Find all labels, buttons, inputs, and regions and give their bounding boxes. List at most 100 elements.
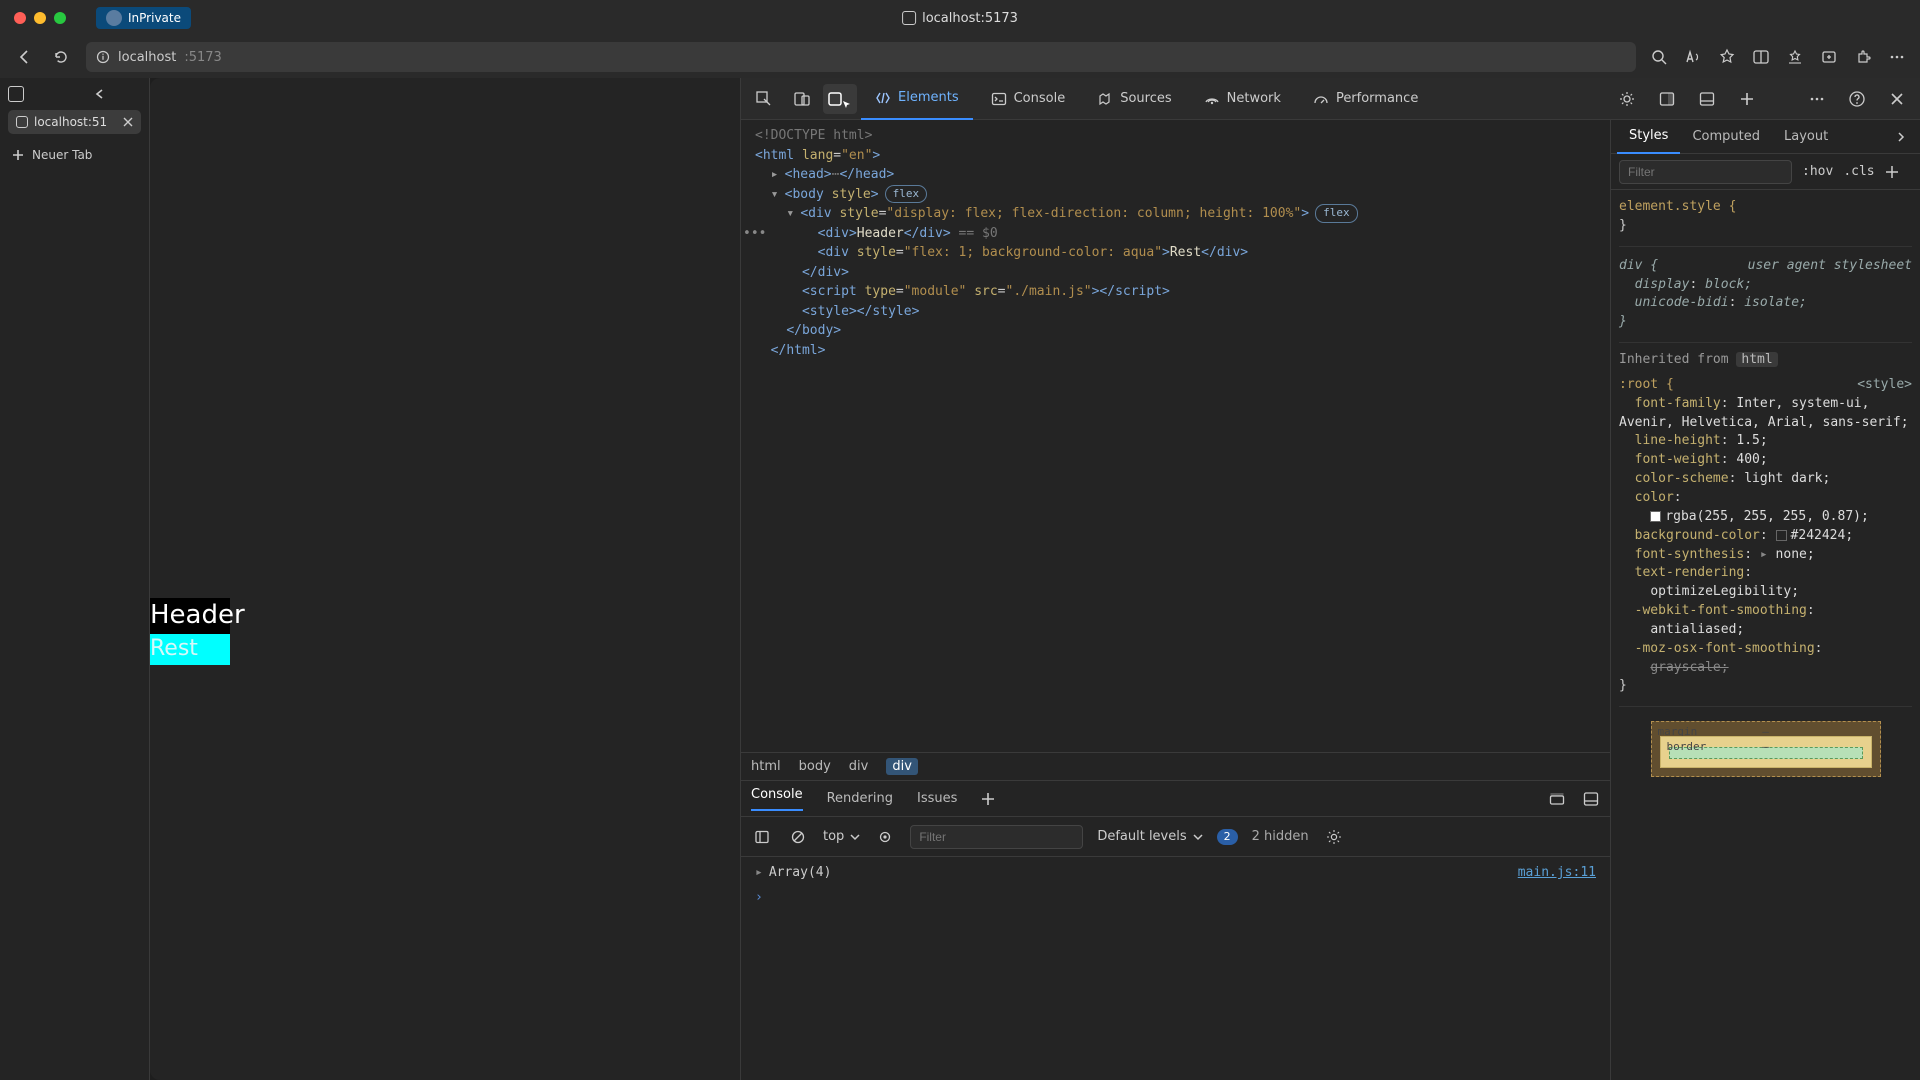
flex-badge[interactable]: flex	[885, 185, 928, 204]
new-tab-button[interactable]: Neuer Tab	[8, 142, 141, 168]
dom-line[interactable]: <script type="module" src="./main.js"></…	[755, 282, 1602, 302]
styles-filter-input[interactable]	[1619, 160, 1792, 184]
console-context-label: top	[823, 829, 844, 844]
drawer-tab-rendering[interactable]: Rendering	[827, 791, 893, 806]
tab-performance[interactable]: Performance	[1299, 78, 1432, 120]
console-body[interactable]: ▸ Array(4) main.js:11 ›	[741, 857, 1610, 1080]
dom-line[interactable]: </body>	[755, 321, 1602, 341]
box-model[interactable]: – –	[1651, 721, 1881, 777]
drawer-tab-issues[interactable]: Issues	[917, 791, 957, 806]
network-icon	[1204, 91, 1220, 107]
styles-tab-computed[interactable]: Computed	[1680, 120, 1772, 154]
tab-console[interactable]: Console	[977, 78, 1080, 120]
hov-button[interactable]: :hov	[1802, 164, 1833, 179]
tab-sources[interactable]: Sources	[1083, 78, 1185, 120]
drawer-expand-icon[interactable]	[1548, 790, 1566, 808]
more-icon[interactable]	[1888, 48, 1906, 66]
favorites-list-icon[interactable]	[1786, 48, 1804, 66]
console-levels-select[interactable]: Default levels	[1097, 829, 1202, 844]
style-rule-block[interactable]: div {user agent stylesheet display: bloc…	[1619, 255, 1912, 343]
inspect-element-icon[interactable]	[747, 84, 781, 114]
welcome-tab-icon[interactable]	[823, 84, 857, 114]
tab-network[interactable]: Network	[1190, 78, 1295, 120]
dom-line[interactable]: <!DOCTYPE html>	[755, 126, 1602, 146]
dom-tree[interactable]: <!DOCTYPE html> <html lang="en"> ▸<head>…	[741, 120, 1610, 752]
console-sidebar-icon[interactable]	[751, 826, 773, 848]
issues-count-badge[interactable]: 2	[1217, 829, 1238, 845]
zoom-window-icon[interactable]	[54, 12, 66, 24]
minimize-window-icon[interactable]	[34, 12, 46, 24]
clear-console-icon[interactable]	[787, 826, 809, 848]
dom-selected-line[interactable]: ••• <div>Header</div> == $0	[755, 224, 1602, 244]
new-style-rule-icon[interactable]	[1885, 165, 1899, 179]
device-toolbar-icon[interactable]	[785, 84, 819, 114]
read-aloud-icon[interactable]	[1684, 48, 1702, 66]
crumb[interactable]: body	[799, 759, 831, 774]
style-rule-block[interactable]: element.style { }	[1619, 196, 1912, 247]
dom-line[interactable]: </div>	[755, 263, 1602, 283]
site-info-icon[interactable]	[96, 50, 110, 64]
inprivate-badge[interactable]: InPrivate	[96, 7, 191, 29]
flex-badge[interactable]: flex	[1315, 204, 1358, 223]
back-button[interactable]	[14, 46, 36, 68]
close-tab-icon[interactable]	[123, 117, 133, 127]
console-log-line[interactable]: ▸ Array(4) main.js:11	[755, 865, 1596, 880]
dom-line[interactable]: ▸<head>⋯</head>	[755, 165, 1602, 185]
color-swatch[interactable]	[1776, 530, 1787, 541]
dom-line[interactable]: ▾<body style>flex	[755, 185, 1602, 205]
sidebar-toggle-icon[interactable]	[8, 86, 24, 102]
drawer-dock-icon[interactable]	[1582, 790, 1600, 808]
dock-side-icon[interactable]	[1650, 84, 1684, 114]
devtools-tabstrip: Elements Console Sources Network Perform…	[741, 78, 1920, 120]
color-swatch[interactable]	[1650, 511, 1661, 522]
drawer-tab-console[interactable]: Console	[751, 787, 803, 811]
styles-rules[interactable]: element.style { } div {user agent styles…	[1611, 190, 1920, 1080]
console-context-select[interactable]: top	[823, 829, 860, 844]
crumb[interactable]: html	[751, 759, 781, 774]
dom-line[interactable]: <div style="flex: 1; background-color: a…	[755, 243, 1602, 263]
devtools-more-icon[interactable]	[1800, 84, 1834, 114]
console-filter-input[interactable]	[910, 825, 1083, 849]
devtools-help-icon[interactable]	[1840, 84, 1874, 114]
styles-tab-styles[interactable]: Styles	[1617, 120, 1680, 154]
vertical-tab-sidebar: localhost:51 Neuer Tab	[0, 78, 150, 1080]
styles-tab-layout[interactable]: Layout	[1772, 120, 1840, 154]
address-bar[interactable]: localhost:5173	[86, 42, 1636, 72]
dom-line[interactable]: ▾<div style="display: flex; flex-directi…	[755, 204, 1602, 224]
sidebar-collapse-icon[interactable]	[94, 88, 106, 100]
refresh-button[interactable]	[50, 46, 72, 68]
crumb-selected[interactable]: div	[886, 758, 918, 775]
console-log-source[interactable]: main.js:11	[1518, 865, 1596, 880]
add-tab-icon[interactable]	[1730, 84, 1764, 114]
drawer-add-tab[interactable]	[981, 792, 995, 806]
zoom-icon[interactable]	[1650, 48, 1668, 66]
style-rule-block[interactable]: :root {<style> font-family: Inter, syste…	[1619, 374, 1912, 707]
tab-elements[interactable]: Elements	[861, 78, 973, 120]
chevron-down-icon	[1193, 832, 1203, 842]
tab-network-label: Network	[1227, 91, 1281, 106]
box-model-margin[interactable]: – –	[1651, 721, 1881, 777]
devtools-close-icon[interactable]	[1880, 84, 1914, 114]
box-model-border[interactable]: –	[1660, 736, 1872, 768]
close-window-icon[interactable]	[14, 12, 26, 24]
styles-overflow-icon[interactable]	[1896, 131, 1908, 143]
styles-tabs: Styles Computed Layout	[1611, 120, 1920, 154]
activity-bar-icon[interactable]	[1690, 84, 1724, 114]
console-prompt[interactable]: ›	[755, 890, 1596, 905]
page-viewport: Header Rest	[150, 78, 740, 1080]
devtools-settings-icon[interactable]	[1610, 84, 1644, 114]
dom-line[interactable]: <style></style>	[755, 302, 1602, 322]
tab-item[interactable]: localhost:51	[8, 110, 141, 134]
dom-line[interactable]: </html>	[755, 341, 1602, 361]
dom-line[interactable]: <html lang="en">	[755, 146, 1602, 166]
split-screen-icon[interactable]	[1752, 48, 1770, 66]
collections-icon[interactable]	[1820, 48, 1838, 66]
crumb[interactable]: div	[849, 759, 869, 774]
favorite-icon[interactable]	[1718, 48, 1736, 66]
line-menu-icon: •••	[743, 224, 766, 244]
cls-button[interactable]: .cls	[1843, 164, 1874, 179]
live-expression-icon[interactable]	[874, 826, 896, 848]
hidden-count: 2 hidden	[1252, 829, 1309, 844]
extensions-icon[interactable]	[1854, 48, 1872, 66]
console-settings-icon[interactable]	[1323, 826, 1345, 848]
